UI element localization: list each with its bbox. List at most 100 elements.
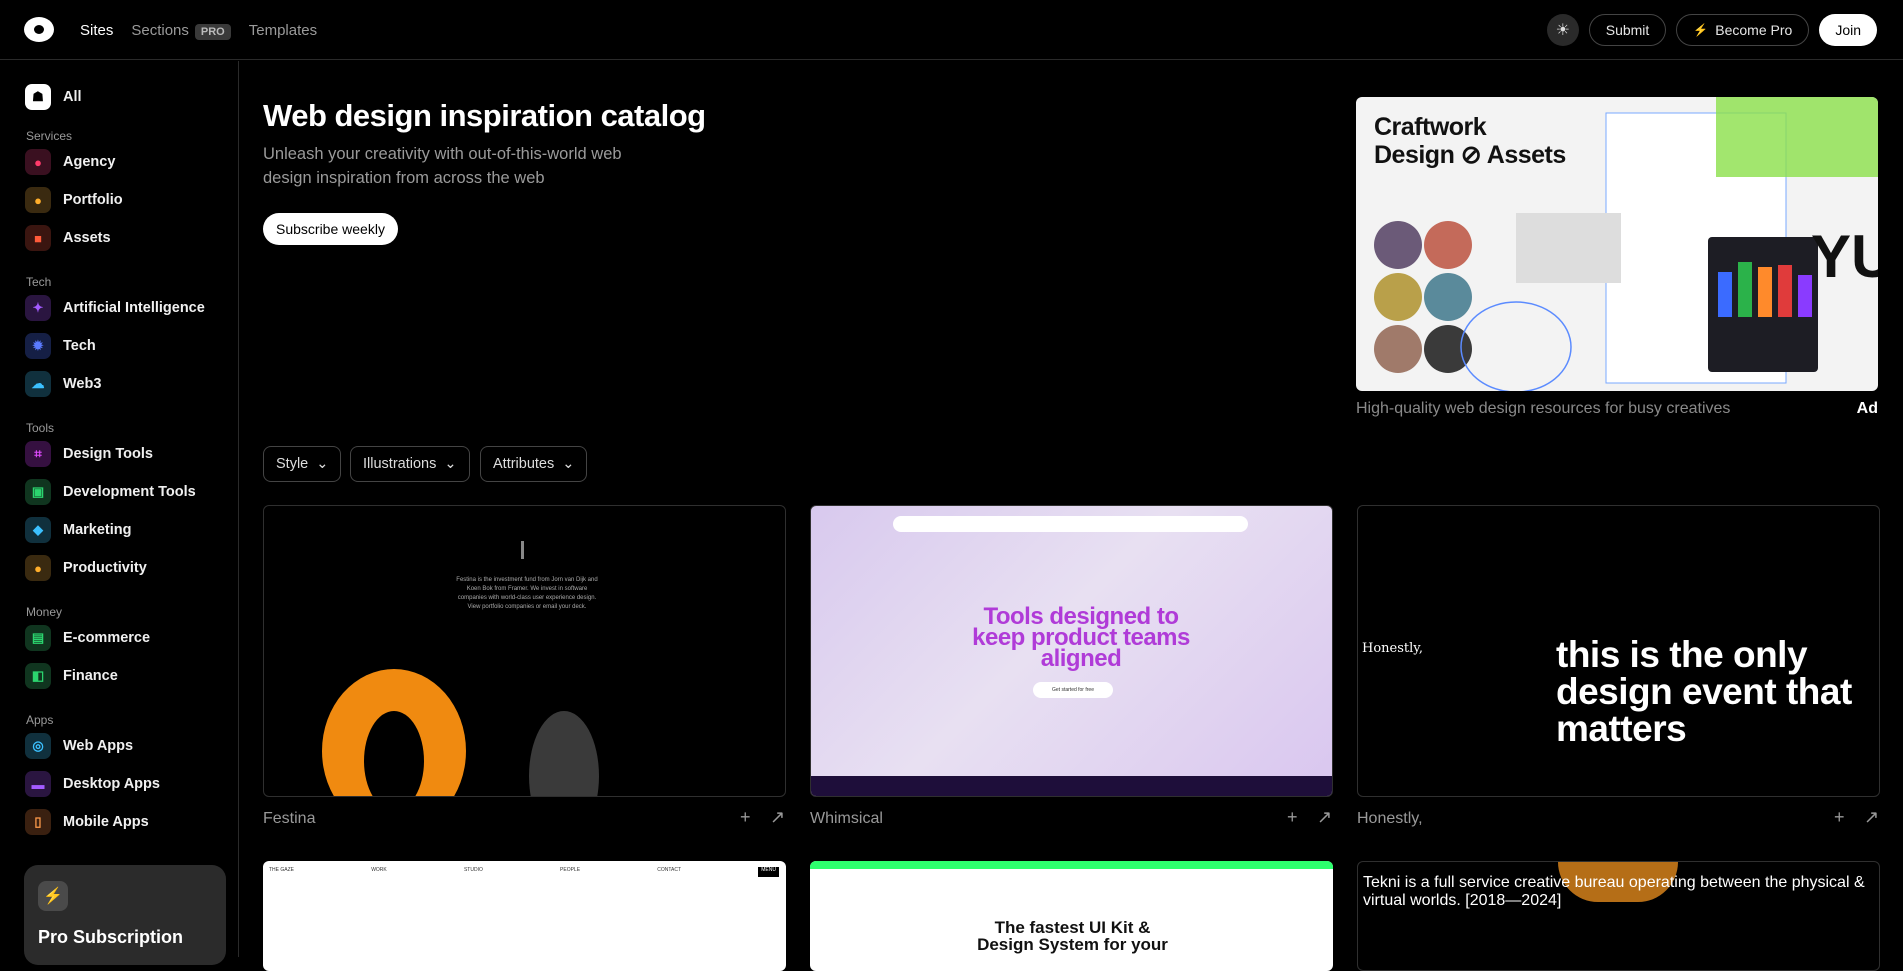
agency-icon: ● xyxy=(25,149,51,175)
nav-item: WORK xyxy=(371,867,387,873)
card-headline: this is the only design event that matte… xyxy=(1556,634,1852,749)
sidebar-item-label: Productivity xyxy=(63,560,147,576)
sidebar-item-ai[interactable]: ✦ Artificial Intelligence xyxy=(25,295,205,321)
card-title[interactable]: Whimsical xyxy=(810,810,883,828)
site-card-the-gaze[interactable]: THE GAZE WORK STUDIO PEOPLE CONTACT MENU xyxy=(263,861,786,971)
sidebar-item-label: Agency xyxy=(63,154,116,170)
shopping-bag-icon: ▤ xyxy=(25,625,51,651)
assets-icon: ■ xyxy=(25,225,51,251)
portfolio-icon: ● xyxy=(25,187,51,213)
svg-text:YU: YU xyxy=(1811,223,1878,290)
code-icon: ▣ xyxy=(25,479,51,505)
design-tools-icon: ⌗ xyxy=(25,441,51,467)
sidebar-item-tech[interactable]: ✹ Tech xyxy=(25,333,96,359)
sidebar-item-label: Marketing xyxy=(63,522,132,538)
chevron-down-icon: ⌄ xyxy=(562,456,575,472)
become-pro-button[interactable]: ⚡ Become Pro xyxy=(1676,14,1810,46)
home-icon: ☗ xyxy=(25,84,51,110)
filter-label: Attributes xyxy=(493,456,555,472)
filter-style-dropdown[interactable]: Style ⌄ xyxy=(263,446,342,482)
page-title: Web design inspiration catalog xyxy=(263,98,706,133)
pro-subscription-card[interactable]: ⚡ Pro Subscription xyxy=(24,865,226,965)
sidebar-item-label: Mobile Apps xyxy=(63,814,149,830)
sidebar-item-portfolio[interactable]: ● Portfolio xyxy=(25,187,123,213)
sidebar-item-mobile-apps[interactable]: ▯ Mobile Apps xyxy=(25,809,149,835)
card-title[interactable]: Festina xyxy=(263,810,315,828)
external-link-icon[interactable]: ↗ xyxy=(770,807,785,828)
submit-button[interactable]: Submit xyxy=(1588,14,1667,46)
logo-strip xyxy=(811,776,1332,796)
card-title[interactable]: Honestly, xyxy=(1357,810,1423,828)
external-link-icon[interactable]: ↗ xyxy=(1864,807,1879,828)
sidebar: ☗ All Services ● Agency ● Portfolio ■ Assets… xyxy=(0,61,239,957)
group-services: Services xyxy=(26,129,73,143)
group-money: Money xyxy=(26,605,63,619)
sidebar-item-dev-tools[interactable]: ▣ Development Tools xyxy=(25,479,196,505)
filter-label: Illustrations xyxy=(363,456,437,472)
nav-sites[interactable]: Sites xyxy=(80,22,113,39)
sidebar-item-all[interactable]: ☗ All xyxy=(25,84,82,110)
web3-cloud-icon: ☁ xyxy=(25,371,51,397)
nav-item: MENU xyxy=(758,867,779,877)
sidebar-item-label: Desktop Apps xyxy=(63,776,160,792)
filter-attributes-dropdown[interactable]: Attributes ⌄ xyxy=(480,446,588,482)
ad-banner[interactable]: Craftwork Design ⊘ Assets YU xyxy=(1356,97,1878,391)
sidebar-item-productivity[interactable]: ● Productivity xyxy=(25,555,147,581)
site-card-festina[interactable]: Festina is the investment fund from Jorn… xyxy=(263,505,786,797)
become-pro-label: Become Pro xyxy=(1715,22,1793,38)
external-link-icon[interactable]: ↗ xyxy=(1317,807,1332,828)
card-headline: Tools designed to keep product teams ali… xyxy=(972,603,1190,672)
theme-toggle-sun-icon[interactable]: ☀ xyxy=(1546,14,1579,46)
add-icon[interactable]: + xyxy=(1834,807,1845,828)
sidebar-item-marketing[interactable]: ◆ Marketing xyxy=(25,517,132,543)
compass-icon: ◎ xyxy=(25,733,51,759)
add-icon[interactable]: + xyxy=(740,807,751,828)
add-icon[interactable]: + xyxy=(1287,807,1298,828)
header-actions: ☀ Submit ⚡ Become Pro Join xyxy=(1546,14,1877,46)
nav-sections-label: Sections xyxy=(131,21,189,39)
productivity-icon: ● xyxy=(25,555,51,581)
sidebar-item-ecommerce[interactable]: ▤ E-commerce xyxy=(25,625,150,651)
chevron-down-icon: ⌄ xyxy=(444,456,457,472)
chip-icon: ✹ xyxy=(25,333,51,359)
sidebar-item-web3[interactable]: ☁ Web3 xyxy=(25,371,101,397)
sidebar-item-label: Tech xyxy=(63,338,96,354)
subscribe-weekly-button[interactable]: Subscribe weekly xyxy=(263,213,398,245)
card-headline: The fastest UI Kit & Design System for y… xyxy=(977,918,1168,954)
bolt-icon: ⚡ xyxy=(1693,23,1709,37)
green-bar xyxy=(810,861,1333,869)
sidebar-item-design-tools[interactable]: ⌗ Design Tools xyxy=(25,441,153,467)
filter-illustrations-dropdown[interactable]: Illustrations ⌄ xyxy=(350,446,470,482)
desktop-icon: ▬ xyxy=(25,771,51,797)
wallet-icon: ◧ xyxy=(25,663,51,689)
sidebar-item-finance[interactable]: ◧ Finance xyxy=(25,663,118,689)
sidebar-item-label: Portfolio xyxy=(63,192,123,208)
sidebar-item-label: Web Apps xyxy=(63,738,134,754)
sidebar-item-label: Finance xyxy=(63,668,118,684)
nav-item: THE GAZE xyxy=(269,867,295,873)
tag-icon: ◆ xyxy=(25,517,51,543)
group-tech: Tech xyxy=(26,275,52,289)
sidebar-item-web-apps[interactable]: ◎ Web Apps xyxy=(25,733,133,759)
site-card-untitled-ui[interactable]: The fastest UI Kit & Design System for y… xyxy=(810,861,1333,971)
join-button[interactable]: Join xyxy=(1819,14,1877,46)
site-card-tekni[interactable]: Tekni is a full service creative bureau … xyxy=(1357,861,1880,971)
site-card-honestly[interactable]: Honestly, this is the only design event … xyxy=(1357,505,1880,797)
sidebar-item-label: Development Tools xyxy=(63,484,196,500)
nav-templates[interactable]: Templates xyxy=(249,22,317,39)
nav-sections[interactable]: Sections PRO xyxy=(131,21,231,40)
card-logo: Honestly, xyxy=(1362,641,1424,656)
sidebar-item-desktop-apps[interactable]: ▬ Desktop Apps xyxy=(25,771,160,797)
sidebar-item-assets[interactable]: ■ Assets xyxy=(25,225,111,251)
site-card-whimsical[interactable]: Tools designed to keep product teams ali… xyxy=(810,505,1333,797)
card-cta: Get started for free xyxy=(1033,682,1113,698)
pro-card-title: Pro Subscription xyxy=(38,927,184,947)
sidebar-item-agency[interactable]: ● Agency xyxy=(25,149,115,175)
chevron-down-icon: ⌄ xyxy=(316,456,329,472)
logo-eye-icon[interactable] xyxy=(24,17,54,42)
sidebar-item-label: Design Tools xyxy=(63,446,153,462)
nav-item: PEOPLE xyxy=(560,867,581,873)
filter-label: Style xyxy=(276,456,309,472)
nav-item: STUDIO xyxy=(463,867,483,873)
sidebar-item-label: All xyxy=(63,89,82,105)
